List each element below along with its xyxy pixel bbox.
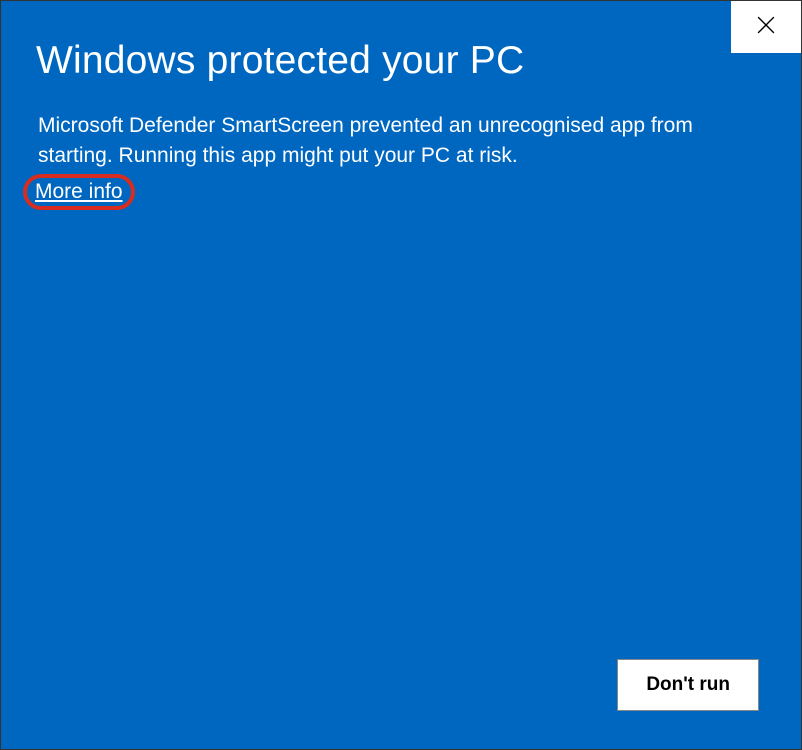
button-row: Don't run (617, 659, 759, 711)
dialog-message: Microsoft Defender SmartScreen prevented… (1, 83, 801, 172)
more-info-highlight: More info (27, 178, 131, 206)
dialog-title: Windows protected your PC (1, 1, 801, 83)
dont-run-button[interactable]: Don't run (617, 659, 759, 711)
close-icon (757, 16, 775, 39)
more-info-link[interactable]: More info (27, 178, 131, 206)
smartscreen-dialog: Windows protected your PC Microsoft Defe… (0, 0, 802, 750)
close-button[interactable] (731, 1, 801, 53)
